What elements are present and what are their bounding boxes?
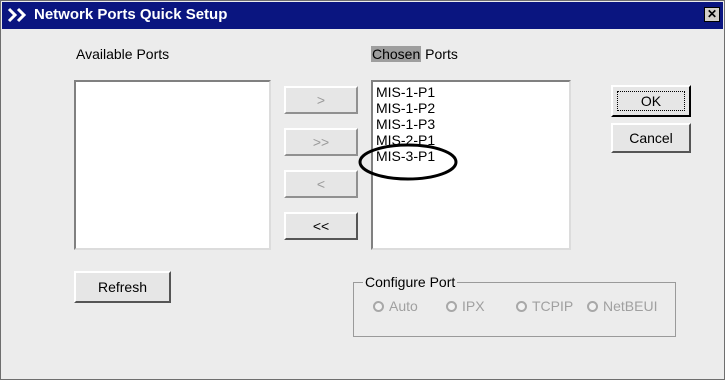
remove-button-label: <	[316, 176, 326, 192]
radio-tcpip[interactable]: TCPIP	[516, 298, 573, 314]
remove-all-button[interactable]: <<	[284, 212, 358, 240]
radio-icon	[516, 301, 527, 312]
chosen-ports-label: Chosen Ports	[371, 46, 458, 62]
ok-button[interactable]: OK	[611, 85, 691, 117]
annotation-ellipse	[358, 143, 458, 181]
list-item[interactable]: MIS-1-P1	[373, 84, 569, 100]
dialog-window: Network Ports Quick Setup ✕ Available Po…	[0, 0, 725, 380]
refresh-button-label: Refresh	[97, 279, 148, 295]
add-all-button[interactable]: >>	[284, 128, 358, 156]
window-title: Network Ports Quick Setup	[34, 6, 228, 23]
ok-button-label: OK	[640, 93, 662, 109]
chosen-highlight: Chosen	[371, 46, 422, 62]
radio-ipx[interactable]: IPX	[446, 298, 485, 314]
radio-auto-label: Auto	[389, 298, 418, 314]
cancel-button-label: Cancel	[629, 130, 673, 146]
list-item[interactable]: MIS-1-P3	[373, 116, 569, 132]
title-bar[interactable]: Network Ports Quick Setup ✕	[2, 2, 723, 29]
add-button-label: >	[316, 92, 326, 108]
radio-icon	[373, 301, 384, 312]
radio-icon	[446, 301, 457, 312]
radio-netbeui[interactable]: NetBEUI	[587, 298, 657, 314]
radio-tcpip-label: TCPIP	[532, 298, 574, 314]
available-ports-list[interactable]	[74, 80, 271, 250]
radio-auto[interactable]: Auto	[373, 298, 418, 314]
radio-icon	[587, 301, 598, 312]
add-button[interactable]: >	[284, 86, 358, 114]
list-item[interactable]: MIS-1-P2	[373, 100, 569, 116]
radio-netbeui-label: NetBEUI	[603, 298, 658, 314]
cancel-button[interactable]: Cancel	[611, 123, 691, 153]
remove-button[interactable]: <	[284, 170, 358, 198]
chevron-right-icon	[7, 7, 27, 23]
refresh-button[interactable]: Refresh	[74, 271, 171, 303]
configure-port-legend: Configure Port	[363, 274, 458, 290]
close-button[interactable]: ✕	[704, 7, 720, 22]
close-icon: ✕	[706, 7, 718, 21]
chosen-ports-label-rest: Ports	[421, 46, 458, 62]
available-ports-label: Available Ports	[76, 46, 170, 62]
remove-all-button-label: <<	[312, 218, 330, 234]
radio-ipx-label: IPX	[462, 298, 485, 314]
add-all-button-label: >>	[312, 134, 330, 150]
